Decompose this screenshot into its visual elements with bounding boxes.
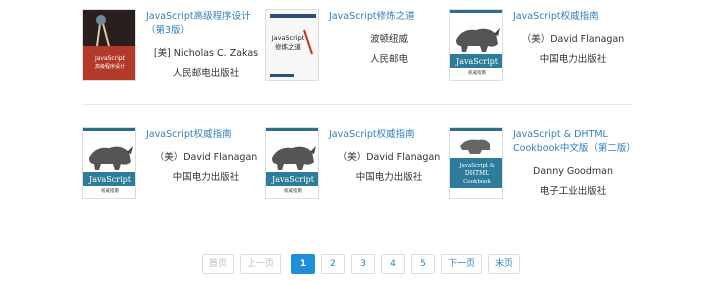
book-title-link[interactable]: JavaScript修炼之道	[329, 10, 449, 24]
book-author: [美] Nicholas C. Zakas	[153, 48, 259, 59]
page-2-button[interactable]: 2	[321, 254, 346, 274]
page-4-button[interactable]: 4	[381, 254, 406, 274]
first-page-button[interactable]: 首页	[202, 254, 235, 274]
book-title-link[interactable]: JavaScript高级程序设计（第3版）	[146, 10, 266, 38]
book-publisher: 中国电力出版社	[539, 54, 607, 65]
svg-text:权威指南: 权威指南	[284, 187, 302, 194]
book-title-link[interactable]: JavaScript权威指南	[513, 10, 633, 24]
book-item[interactable]: JavaScript 权威指南 JavaScript 权威指南 （美）David …	[82, 127, 262, 217]
book-author: （美）David Flanagan	[154, 152, 258, 163]
pagination: 首页 上一页 1 2 3 4 5 下一页 末页	[202, 254, 521, 274]
book-author: （美）David Flanagan	[521, 34, 625, 45]
svg-text:JavaScript: JavaScript	[271, 175, 315, 184]
book-cover-dhtml-cookbook-icon[interactable]: JavaScript & DHTML Cookbook	[449, 127, 503, 199]
svg-text:权威指南: 权威指南	[101, 187, 119, 194]
book-author: 波顿纽威	[369, 34, 408, 45]
book-item[interactable]: JavaScript 修炼之道 JavaScript修炼之道 波顿纽威 人民邮电	[265, 9, 445, 99]
next-page-button[interactable]: 下一页	[441, 254, 483, 274]
svg-text:高级程序设计: 高级程序设计	[95, 63, 125, 70]
svg-text:权威指南: 权威指南	[468, 69, 486, 76]
book-publisher: 电子工业出版社	[539, 186, 607, 197]
page-3-button[interactable]: 3	[351, 254, 376, 274]
book-author: Danny Goodman	[533, 166, 613, 177]
book-cover-rhino-icon[interactable]: JavaScript 权威指南	[449, 9, 503, 81]
book-cover-rhino-icon[interactable]: JavaScript 权威指南	[82, 127, 136, 199]
book-list-page: JavaScript 高级程序设计 JavaScript高级程序设计（第3版） …	[0, 0, 720, 282]
svg-text:JavaScript: JavaScript	[94, 55, 126, 62]
last-page-button[interactable]: 末页	[488, 254, 521, 274]
book-title-link[interactable]: JavaScript权威指南	[329, 128, 449, 142]
book-item[interactable]: JavaScript & DHTML Cookbook JavaScript &…	[449, 127, 636, 217]
book-cover-js-ninja-icon[interactable]: JavaScript 修炼之道	[265, 9, 319, 81]
row-divider	[82, 104, 632, 105]
book-item[interactable]: JavaScript 权威指南 JavaScript 权威指南 （美）David …	[449, 9, 629, 99]
svg-text:JavaScript &: JavaScript &	[458, 163, 495, 169]
svg-text:JavaScript: JavaScript	[455, 57, 499, 66]
book-publisher: 中国电力出版社	[355, 172, 423, 183]
book-item[interactable]: JavaScript 权威指南 JavaScript 权威指南 （美）David …	[265, 127, 445, 217]
page-1-button[interactable]: 1	[291, 254, 316, 274]
book-title-link[interactable]: JavaScript & DHTML Cookbook中文版（第二版）	[513, 128, 636, 156]
book-cover-js-professional-icon[interactable]: JavaScript 高级程序设计	[82, 9, 136, 81]
svg-text:Cookbook: Cookbook	[463, 179, 491, 185]
svg-text:修炼之道: 修炼之道	[275, 42, 302, 51]
book-publisher: 中国电力出版社	[172, 172, 240, 183]
book-publisher: 人民邮电出版社	[172, 68, 240, 79]
book-publisher: 人民邮电	[369, 54, 408, 65]
svg-text:JavaScript: JavaScript	[271, 34, 305, 42]
svg-text:JavaScript: JavaScript	[88, 175, 132, 184]
book-title-link[interactable]: JavaScript权威指南	[146, 128, 266, 142]
book-cover-rhino-icon[interactable]: JavaScript 权威指南	[265, 127, 319, 199]
book-author: （美）David Flanagan	[337, 152, 441, 163]
book-item[interactable]: JavaScript 高级程序设计 JavaScript高级程序设计（第3版） …	[82, 9, 262, 99]
prev-page-button[interactable]: 上一页	[240, 254, 282, 274]
svg-text:DHTML: DHTML	[465, 170, 489, 177]
page-5-button[interactable]: 5	[411, 254, 436, 274]
